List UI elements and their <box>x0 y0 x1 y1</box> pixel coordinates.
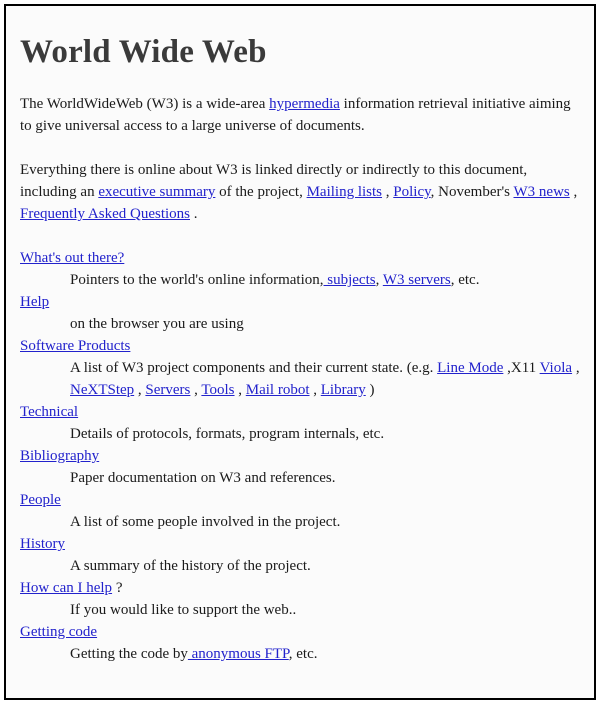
topic-help: Help <box>20 291 580 313</box>
software-sep-1: ,X11 <box>503 360 540 376</box>
whats-out-there-link[interactable]: What's out there? <box>20 250 124 266</box>
help-link[interactable]: Help <box>20 294 49 310</box>
executive-summary-link[interactable]: executive summary <box>98 184 215 200</box>
topic-whats-out-there: What's out there? <box>20 247 580 269</box>
overview-sep-2: , <box>569 184 578 200</box>
topic-whats-out-there-desc: Pointers to the world's online informati… <box>70 269 580 291</box>
servers-link[interactable]: Servers <box>145 382 190 398</box>
topic-history: History <box>20 533 580 555</box>
software-end: ) <box>365 382 375 398</box>
getting-code-link[interactable]: Getting code <box>20 624 97 640</box>
overview-paragraph: Everything there is online about W3 is l… <box>20 159 580 225</box>
topic-software-products: Software Products <box>20 335 580 357</box>
overview-end: . <box>190 206 198 222</box>
bibliography-link[interactable]: Bibliography <box>20 448 99 464</box>
line-mode-link[interactable]: Line Mode <box>437 360 503 376</box>
topic-technical: Technical <box>20 401 580 423</box>
hypermedia-link[interactable]: hypermedia <box>269 96 340 112</box>
topic-people: People <box>20 489 580 511</box>
overview-text-2: of the project, <box>215 184 307 200</box>
browser-page-frame: World Wide Web The WorldWideWeb (W3) is … <box>4 4 596 700</box>
topic-people-desc: A list of some people involved in the pr… <box>70 514 341 530</box>
intro-text-1: The WorldWideWeb (W3) is a wide-area <box>20 96 270 112</box>
viola-link[interactable]: Viola <box>540 360 572 376</box>
topic-technical-desc: Details of protocols, formats, program i… <box>70 426 385 442</box>
topic-bibliography: Bibliography <box>20 445 580 467</box>
software-sep-3: , <box>134 382 146 398</box>
whats-out-there-desc-2: , etc. <box>450 272 480 288</box>
software-sep-4: , <box>190 382 202 398</box>
subjects-link[interactable]: subjects <box>324 272 375 288</box>
getting-code-desc-1: Getting the code by <box>70 646 188 662</box>
people-link[interactable]: People <box>20 492 61 508</box>
w3-news-link[interactable]: W3 news <box>514 184 570 200</box>
document-content: World Wide Web The WorldWideWeb (W3) is … <box>6 6 594 665</box>
w3-servers-link[interactable]: W3 servers <box>383 272 451 288</box>
overview-sep-1: , <box>382 184 394 200</box>
topic-software-products-desc: A list of W3 project components and thei… <box>70 357 580 401</box>
topic-how-can-i-help: How can I help ? <box>20 577 580 599</box>
topic-help-desc: on the browser you are using <box>70 316 244 332</box>
anonymous-ftp-link[interactable]: anonymous FTP <box>188 646 289 662</box>
topic-history-desc: A summary of the history of the project. <box>70 558 311 574</box>
technical-link[interactable]: Technical <box>20 404 78 420</box>
getting-code-desc-2: , etc. <box>288 646 318 662</box>
page-title: World Wide Web <box>20 34 267 70</box>
software-products-desc-1: A list of W3 project components and thei… <box>70 360 438 376</box>
policy-link[interactable]: Policy <box>393 184 430 200</box>
whats-out-there-sep: , <box>375 272 383 288</box>
how-can-i-help-suffix: ? <box>112 580 123 596</box>
software-products-link[interactable]: Software Products <box>20 338 130 354</box>
topic-getting-code: Getting code <box>20 621 580 643</box>
topic-how-can-i-help-desc: If you would like to support the web.. <box>70 602 297 618</box>
mailing-lists-link[interactable]: Mailing lists <box>307 184 382 200</box>
how-can-i-help-link[interactable]: How can I help <box>20 580 112 596</box>
history-link[interactable]: History <box>20 536 65 552</box>
mail-robot-link[interactable]: Mail robot <box>246 382 310 398</box>
tools-link[interactable]: Tools <box>201 382 234 398</box>
software-sep-5: , <box>234 382 246 398</box>
topic-getting-code-desc: Getting the code by anonymous FTP, etc. <box>70 643 580 665</box>
faq-link[interactable]: Frequently Asked Questions <box>20 206 190 222</box>
topic-list: What's out there? Pointers to the world'… <box>20 247 580 665</box>
topic-bibliography-desc: Paper documentation on W3 and references… <box>70 470 336 486</box>
nextstep-link[interactable]: NeXTStep <box>70 382 134 398</box>
software-sep-2: , <box>572 360 580 376</box>
library-link[interactable]: Library <box>321 382 366 398</box>
overview-text-3: , November's <box>430 184 514 200</box>
whats-out-there-desc-1: Pointers to the world's online informati… <box>70 272 324 288</box>
software-sep-6: , <box>309 382 321 398</box>
intro-paragraph: The WorldWideWeb (W3) is a wide-area hyp… <box>20 93 580 137</box>
